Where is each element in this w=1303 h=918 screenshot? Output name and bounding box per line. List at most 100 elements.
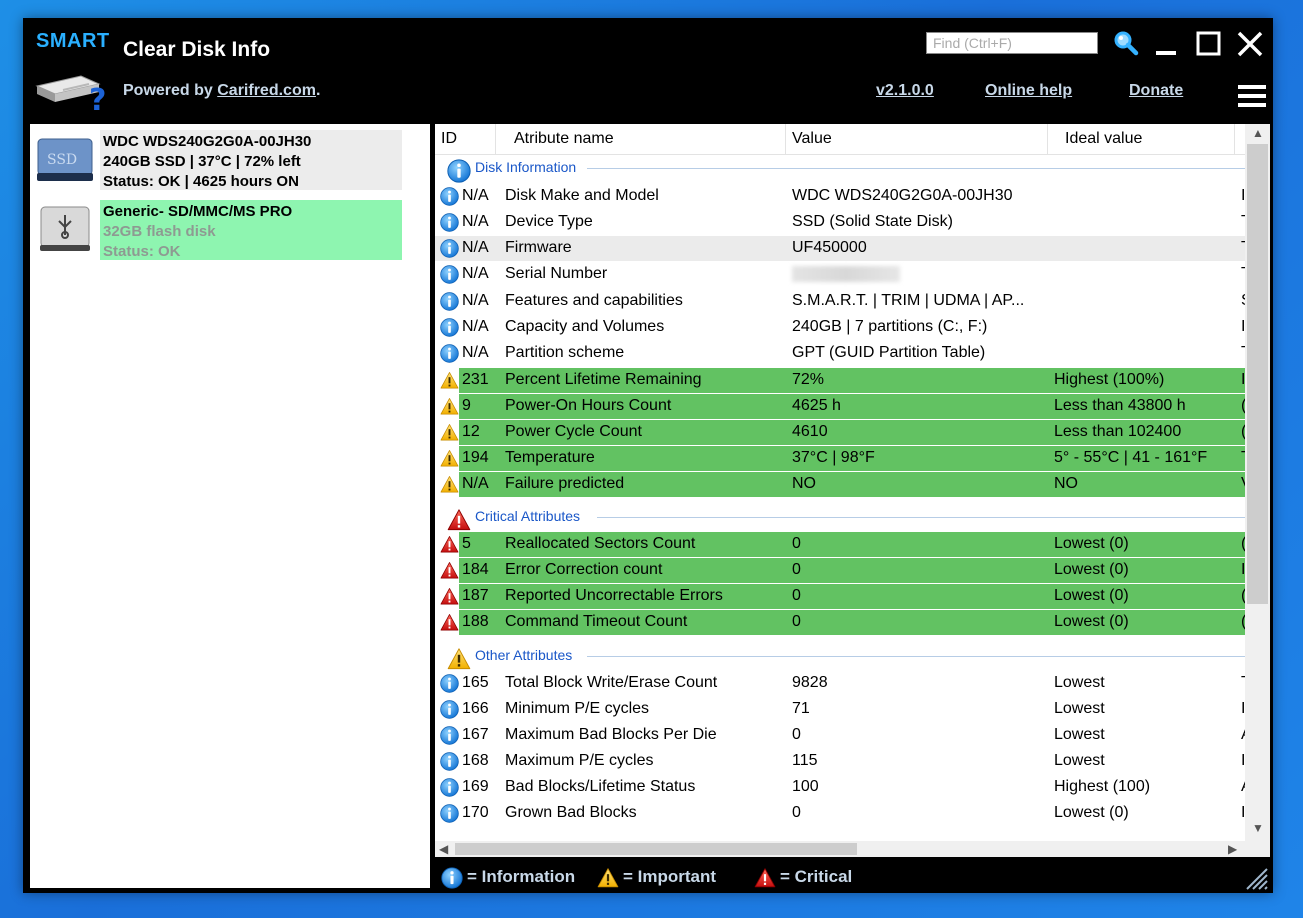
- legend-critical-label: = Critical: [780, 867, 853, 886]
- table-row[interactable]: 168 Maximum P/E cycles 115 Lowest I: [435, 749, 1245, 774]
- cell-value: WDC WDS240G2G0A-00JH30: [792, 187, 1013, 204]
- table-row[interactable]: 5 Reallocated Sectors Count 0 Lowest (0)…: [435, 532, 1246, 557]
- table-row[interactable]: 165 Total Block Write/Erase Count 9828 L…: [435, 671, 1251, 696]
- warning-icon: [440, 397, 459, 416]
- scroll-up-icon[interactable]: ▲: [1252, 126, 1264, 140]
- table-row[interactable]: 12 Power Cycle Count 4610 Less than 1024…: [435, 420, 1246, 445]
- cell-value: 71: [792, 700, 810, 717]
- cell-name: Reported Uncorrectable Errors: [505, 587, 723, 604]
- disk-list: SSD WDC WDS240G2G0A-00JH30 240GB SSD | 3…: [30, 124, 430, 888]
- cell-id: 194: [462, 449, 489, 466]
- cell-ideal: 5° - 55°C | 41 - 161°F: [1054, 449, 1208, 466]
- table-row[interactable]: N/A Disk Make and Model WDC WDS240G2G0A-…: [435, 184, 1245, 209]
- cell-id: N/A: [462, 344, 489, 361]
- donate-link[interactable]: Donate: [1129, 82, 1183, 100]
- table-row[interactable]: 9 Power-On Hours Count 4625 h Less than …: [435, 394, 1246, 419]
- info-icon: [440, 804, 459, 823]
- search-icon[interactable]: [1113, 30, 1139, 56]
- table-row[interactable]: 169 Bad Blocks/Lifetime Status 100 Highe…: [435, 775, 1252, 800]
- table-header: ID Atribute name Value Ideal value: [435, 124, 1245, 155]
- info-icon: [441, 867, 463, 889]
- column-header-id[interactable]: ID: [435, 124, 496, 154]
- table-row[interactable]: N/A Features and capabilities S.M.A.R.T.…: [435, 289, 1252, 314]
- cell-name: Maximum P/E cycles: [505, 752, 654, 769]
- table-row[interactable]: N/A Failure predicted NO NO V: [435, 472, 1252, 497]
- carifred-link[interactable]: Carifred.com: [217, 82, 316, 99]
- cell-id: 188: [462, 613, 489, 630]
- cell-id: N/A: [462, 213, 489, 230]
- table-row[interactable]: N/A Firmware UF450000 T: [435, 236, 1251, 261]
- cell-name: Partition scheme: [505, 344, 625, 361]
- cell-name: Firmware: [505, 239, 572, 256]
- online-help-link[interactable]: Online help: [985, 82, 1072, 100]
- vertical-scrollbar[interactable]: ▲ ▼: [1245, 124, 1270, 841]
- table-row[interactable]: 184 Error Correction count 0 Lowest (0) …: [435, 558, 1245, 583]
- powered-by-text: Powered by Carifred.com.: [123, 82, 320, 100]
- group-disk-information: Disk Information: [435, 155, 1245, 185]
- maximize-icon[interactable]: [1195, 30, 1223, 58]
- table-row[interactable]: N/A Capacity and Volumes 240GB | 7 parti…: [435, 315, 1245, 340]
- table-row[interactable]: N/A Device Type SSD (Solid State Disk) T: [435, 210, 1251, 235]
- group-divider: [587, 656, 1245, 657]
- cell-ideal: Lowest: [1054, 752, 1105, 769]
- column-header-ideal[interactable]: Ideal value: [1048, 124, 1235, 154]
- resize-grip-icon[interactable]: [1241, 863, 1269, 891]
- cell-name: Serial Number: [505, 265, 608, 282]
- scroll-right-icon[interactable]: ▶: [1228, 842, 1237, 856]
- attributes-table: ID Atribute name Value Ideal value Disk …: [435, 124, 1270, 857]
- cell-value: 0: [792, 804, 801, 821]
- disk-item-flash-text: Generic- SD/MMC/MS PRO 32GB flash disk S…: [100, 200, 402, 260]
- version-link[interactable]: v2.1.0.0: [876, 82, 934, 100]
- critical-icon: [447, 508, 471, 532]
- scroll-down-icon[interactable]: ▼: [1252, 821, 1264, 835]
- ssd-drive-icon: SSD: [37, 138, 93, 181]
- disk-item-ssd[interactable]: SSD WDC WDS240G2G0A-00JH30 240GB SSD | 3…: [35, 130, 402, 190]
- horizontal-scroll-thumb[interactable]: [455, 843, 857, 855]
- cell-value: 0: [792, 726, 801, 743]
- table-row[interactable]: 167 Maximum Bad Blocks Per Die 0 Lowest …: [435, 723, 1252, 748]
- critical-icon: [440, 561, 459, 580]
- table-row[interactable]: N/A Partition scheme GPT (GUID Partition…: [435, 341, 1251, 366]
- minimize-icon[interactable]: [1153, 30, 1181, 58]
- disk-item-ssd-text: WDC WDS240G2G0A-00JH30 240GB SSD | 37°C …: [100, 130, 402, 190]
- cell-name: Total Block Write/Erase Count: [505, 674, 718, 691]
- info-icon: [447, 159, 471, 183]
- table-row[interactable]: 170 Grown Bad Blocks 0 Lowest (0) I: [435, 801, 1245, 826]
- column-header-value[interactable]: Value: [786, 124, 1048, 154]
- table-row[interactable]: 194 Temperature 37°C | 98°F 5° - 55°C | …: [435, 446, 1251, 471]
- cell-ideal: Highest (100): [1054, 778, 1151, 795]
- scroll-left-icon[interactable]: ◀: [439, 842, 448, 856]
- table-row[interactable]: 187 Reported Uncorrectable Errors 0 Lowe…: [435, 584, 1246, 609]
- cell-id: 168: [462, 752, 489, 769]
- info-icon: [440, 239, 459, 258]
- cell-name: Capacity and Volumes: [505, 318, 665, 335]
- disk-item-flash[interactable]: Generic- SD/MMC/MS PRO 32GB flash disk S…: [35, 200, 402, 260]
- hamburger-menu-icon[interactable]: [1238, 85, 1266, 111]
- cell-ideal: Lowest: [1054, 726, 1105, 743]
- disk-name: WDC WDS240G2G0A-00JH30: [103, 133, 312, 150]
- cell-id: 187: [462, 587, 489, 604]
- table-row[interactable]: 188 Command Timeout Count 0 Lowest (0) (: [435, 610, 1246, 635]
- info-icon: [440, 187, 459, 206]
- close-icon[interactable]: [1236, 30, 1264, 58]
- cell-name: Temperature: [505, 449, 595, 466]
- cell-ideal: Lowest (0): [1054, 804, 1129, 821]
- column-header-name[interactable]: Atribute name: [496, 124, 786, 154]
- info-icon: [440, 674, 459, 693]
- cell-value: 240GB | 7 partitions (C:, F:): [792, 318, 988, 335]
- group-divider: [587, 168, 1245, 169]
- info-icon: [440, 778, 459, 797]
- cell-name: Maximum Bad Blocks Per Die: [505, 726, 717, 743]
- cell-name: Reallocated Sectors Count: [505, 535, 696, 552]
- cell-id: 5: [462, 535, 471, 552]
- cell-id: 12: [462, 423, 480, 440]
- table-row[interactable]: N/A Serial Number T: [435, 262, 1251, 287]
- warning-icon: [440, 475, 459, 494]
- vertical-scroll-thumb[interactable]: [1247, 144, 1268, 604]
- table-row[interactable]: 231 Percent Lifetime Remaining 72% Highe…: [435, 368, 1245, 393]
- table-row[interactable]: 166 Minimum P/E cycles 71 Lowest I: [435, 697, 1245, 722]
- cell-id: 166: [462, 700, 489, 717]
- horizontal-scrollbar[interactable]: ◀ ▶: [435, 841, 1270, 857]
- find-input[interactable]: [926, 32, 1098, 54]
- cell-name: Percent Lifetime Remaining: [505, 371, 702, 388]
